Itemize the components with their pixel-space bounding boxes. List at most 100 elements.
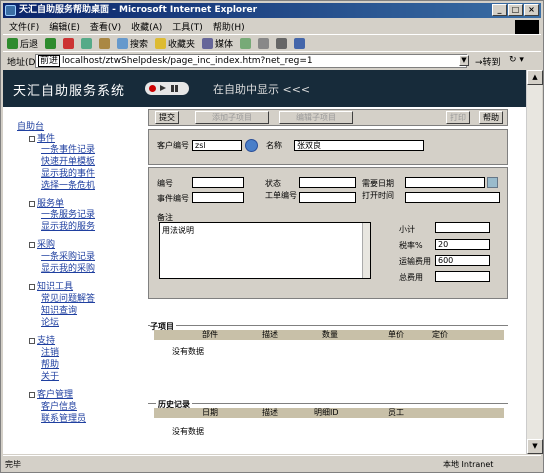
menu-file[interactable]: 文件(F): [9, 20, 39, 33]
status-input[interactable]: [299, 177, 356, 188]
nav-item-my-services[interactable]: 显示我的服务: [41, 219, 95, 232]
address-tag: 前进: [38, 55, 61, 67]
status-bar: 完毕 本地 Intranet: [3, 455, 541, 472]
scroll-down-button[interactable]: ▼: [527, 439, 543, 454]
help-button[interactable]: 帮助: [479, 111, 503, 124]
refresh-button[interactable]: [81, 38, 93, 49]
add-child-button[interactable]: 添加子项目: [195, 111, 269, 124]
windows-logo-icon: [515, 20, 539, 34]
history-empty: 没有数据: [172, 427, 204, 436]
col-desc: 描述: [262, 330, 278, 339]
shipping-input[interactable]: 600: [435, 255, 490, 266]
collapse-icon: [29, 391, 35, 398]
search-button[interactable]: 搜索: [117, 37, 148, 50]
nav-item-contact-admin[interactable]: 联系管理员: [41, 411, 86, 424]
status-label: 状态: [265, 179, 281, 188]
forward-button[interactable]: [45, 38, 57, 49]
window-title: 天汇自助服务帮助桌面 - Microsoft Internet Explorer: [19, 5, 258, 15]
menu-tools[interactable]: 工具(T): [172, 20, 203, 33]
app-subtitle: 在自助中显示 <<<: [213, 83, 311, 96]
open-time-label: 打开时间: [362, 191, 394, 200]
event-no-input[interactable]: [192, 192, 244, 203]
col-price: 单价: [388, 330, 404, 339]
address-dropdown-button[interactable]: ▼: [459, 55, 469, 66]
go-button[interactable]: →转到: [475, 55, 501, 68]
calendar-icon[interactable]: [487, 177, 498, 188]
page-scrollbar[interactable]: ▲ ▼: [526, 70, 543, 454]
home-button[interactable]: [99, 38, 111, 49]
nav-item-about[interactable]: 关于: [41, 369, 59, 382]
favorites-button[interactable]: 收藏夹: [155, 37, 195, 50]
status-text: 完毕: [5, 460, 21, 469]
nav-item-my-purchases[interactable]: 显示我的采购: [41, 261, 95, 274]
total-input[interactable]: [435, 271, 490, 282]
maximize-button[interactable]: □: [508, 4, 523, 16]
collapse-icon: [29, 200, 35, 207]
remark-scrollbar[interactable]: [362, 223, 370, 278]
zone-text: 本地 Intranet: [443, 460, 494, 469]
customer-panel: 客户编号 zsl 名称 张双良: [148, 129, 508, 165]
mail-button[interactable]: [258, 38, 270, 49]
remark-textarea[interactable]: 用法说明: [159, 222, 371, 279]
nav-item-forum[interactable]: 论坛: [41, 315, 59, 328]
address-bar: 地址(D) 前进 localhost/ztwShelpdesk/page_inc_…: [3, 53, 541, 69]
scroll-up-button[interactable]: ▲: [527, 70, 543, 85]
app-banner: 天汇自助服务系统 在自助中显示 <<<: [3, 70, 526, 107]
edit-child-button[interactable]: 编辑子项目: [279, 111, 353, 124]
tax-label: 税率%: [399, 241, 423, 250]
name-input[interactable]: 张双良: [294, 140, 424, 151]
history-button[interactable]: [240, 38, 252, 49]
edit-button[interactable]: [294, 38, 306, 49]
customer-lookup-button[interactable]: [245, 139, 258, 152]
subtotal-input[interactable]: [435, 222, 490, 233]
total-label: 总费用: [399, 273, 423, 282]
tax-input[interactable]: 20: [435, 239, 490, 250]
browser-toolbar: 后退 搜索 收藏夹 媒体: [3, 36, 541, 52]
event-no-label: 事件编号: [157, 194, 189, 203]
open-time-input[interactable]: [405, 192, 500, 203]
action-bar: 提交 添加子项目 编辑子项目 打印 帮助: [148, 109, 508, 126]
history-section: 历史记录 日期 描述 明细ID 员工 没有数据: [148, 399, 508, 451]
minimize-button[interactable]: _: [492, 4, 507, 16]
sidebar-nav: 自助台 事件 一条事件记录 快速开单模板 显示我的事件 选择一条危机 服务单 一…: [3, 107, 143, 454]
address-input[interactable]: 前进 localhost/ztwShelpdesk/page_inc_index.…: [35, 54, 467, 68]
address-url: localhost/ztwShelpdesk/page_inc_index.ht…: [62, 56, 313, 66]
media-player-control[interactable]: [145, 82, 189, 95]
print-button[interactable]: [276, 38, 288, 49]
title-bar: 天汇自助服务帮助桌面 - Microsoft Internet Explorer…: [3, 3, 541, 18]
browser-window: 天汇自助服务帮助桌面 - Microsoft Internet Explorer…: [0, 0, 544, 473]
menu-help[interactable]: 帮助(H): [213, 20, 245, 33]
stop-button[interactable]: [63, 38, 75, 49]
history-header: 日期 描述 明细ID 员工: [154, 408, 504, 418]
subitems-empty: 没有数据: [172, 347, 204, 356]
links-button[interactable]: ↻ ▾: [509, 55, 524, 65]
menu-favorites[interactable]: 收藏(A): [131, 20, 162, 33]
col-qty: 数量: [322, 330, 338, 339]
record-icon: [149, 85, 156, 92]
details-panel: 编号 状态 需要日期 事件编号 工单编号 打开时间 备注 用法说明 小计 税率%…: [148, 167, 508, 299]
search-icon: [117, 38, 129, 49]
back-button[interactable]: 后退: [7, 37, 38, 50]
menu-bar: 文件(F) 编辑(E) 查看(V) 收藏(A) 工具(T) 帮助(H): [3, 19, 541, 35]
collapse-icon: [29, 241, 35, 248]
ie-logo-icon: [5, 5, 16, 16]
col-amount: 定价: [432, 330, 448, 339]
print-page-button[interactable]: 打印: [446, 111, 470, 124]
collapse-icon: [29, 283, 35, 290]
play-icon: [160, 85, 166, 91]
collapse-icon: [29, 135, 35, 142]
submit-button[interactable]: 提交: [155, 111, 179, 124]
need-date-input[interactable]: [405, 177, 485, 188]
work-no-input[interactable]: [299, 192, 356, 203]
number-label: 编号: [157, 179, 173, 188]
menu-edit[interactable]: 编辑(E): [49, 20, 80, 33]
name-label: 名称: [266, 141, 282, 150]
number-input[interactable]: [192, 177, 244, 188]
nav-item-select-crisis[interactable]: 选择一条危机: [41, 178, 95, 191]
subitems-section: 子项目 部件 描述 数量 单价 定价 没有数据: [148, 321, 508, 385]
menu-view[interactable]: 查看(V): [90, 20, 121, 33]
customer-id-input[interactable]: zsl: [192, 140, 242, 151]
close-button[interactable]: ×: [524, 4, 539, 16]
customer-id-label: 客户编号: [157, 141, 189, 150]
media-button[interactable]: 媒体: [202, 37, 233, 50]
